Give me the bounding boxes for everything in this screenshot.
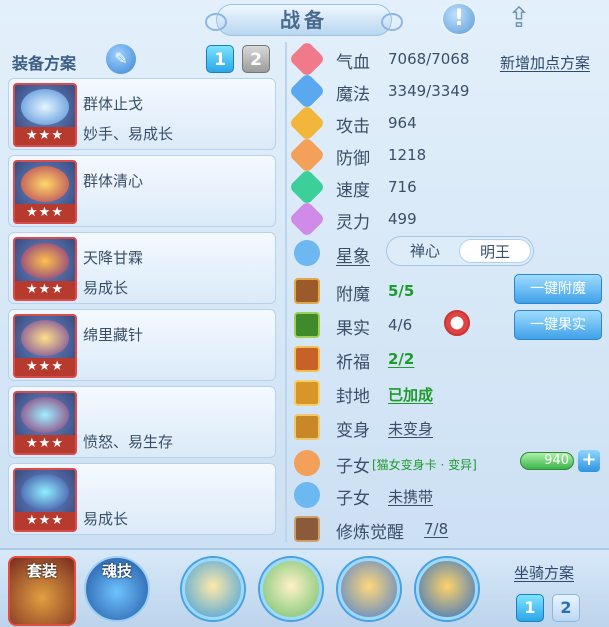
item-thumbnail-belt: ★★★ [13, 391, 77, 455]
spirit-icon [288, 200, 326, 238]
edit-pencil-icon[interactable]: ✎ [106, 44, 136, 74]
toggle-option-mingwang[interactable]: 明王 [459, 239, 531, 263]
equipment-plan-header: 装备方案 ✎ 1 2 [10, 42, 280, 76]
stat-row-child-2: 子女 未携带 [288, 476, 604, 514]
bottom-bar: 套装 魂技 坐骑方案 1 2 [0, 548, 609, 627]
child-tag: [猫女变身卡 · 变异] [372, 458, 477, 472]
plan-tab-1[interactable]: 1 [206, 45, 234, 73]
stat-row-star: 星象 禅心 明王 [288, 234, 604, 272]
stat-row-speed: 速度 716 [288, 168, 604, 206]
window-title: 战备 [205, 4, 403, 36]
plan-name: 群体止戈 [83, 95, 144, 113]
cultivation-icon [294, 516, 320, 542]
transform-icon [294, 414, 320, 440]
skill-slot-1[interactable] [182, 558, 244, 620]
plus-icon[interactable]: + [578, 450, 600, 472]
plan-desc: 易成长 [83, 279, 129, 297]
territory-icon [294, 380, 320, 406]
plan-name: 群体清心 [83, 172, 144, 190]
stat-row-child-1: 子女 [猫女变身卡 · 变异] 940 + [288, 444, 604, 482]
skill-slot-2[interactable] [260, 558, 322, 620]
plan-item[interactable]: ★★★ 绵里藏针 [8, 309, 276, 381]
stat-row-attack: 攻击 964 [288, 104, 604, 142]
game-window: 战备 ! ⇪ 装备方案 ✎ 1 2 ★★★ 群体止戈 妙手、易成长 ★★★ 群体… [0, 0, 609, 627]
stat-row-fruit: 果实 4/6 一键果实 [294, 310, 604, 340]
share-icon[interactable]: ⇪ [501, 2, 537, 36]
child-progress-bar: 940 [520, 452, 574, 470]
speed-icon [288, 168, 326, 206]
heart-icon [288, 40, 326, 78]
plan-desc: 妙手、易成长 [83, 125, 174, 143]
enchant-icon [294, 278, 320, 304]
attack-icon [288, 104, 326, 142]
item-thumbnail-boots: ★★★ [13, 468, 77, 532]
plan-desc: 愤怒、易生存 [83, 433, 174, 451]
skill-slot-4[interactable] [416, 558, 478, 620]
one-click-enchant-button[interactable]: 一键附魔 [514, 274, 602, 304]
paw-icon [288, 476, 326, 514]
mount-plan-tab-1[interactable]: 1 [516, 594, 544, 622]
shield-icon [288, 136, 326, 174]
stat-row-defense: 防御 1218 [288, 136, 604, 174]
plan-item[interactable]: ★★★ 群体止戈 妙手、易成长 [8, 78, 276, 150]
item-thumbnail-fan: ★★★ [13, 83, 77, 147]
plan-item[interactable]: ★★★ 易成长 [8, 463, 276, 535]
panel-divider [285, 42, 287, 542]
toggle-option-chanxin[interactable]: 禅心 [389, 239, 461, 263]
star-sign-toggle[interactable]: 禅心 明王 [386, 236, 534, 266]
stat-row-mp: 魔法 3349/3349 [288, 72, 604, 110]
clock-icon[interactable] [444, 310, 470, 336]
one-click-fruit-button[interactable]: 一键果实 [514, 310, 602, 340]
stat-row-hp: 气血 7068/7068 新增加点方案 [288, 40, 604, 78]
plan-tab-2[interactable]: 2 [242, 45, 270, 73]
item-thumbnail-armor: ★★★ [13, 237, 77, 301]
plan-item[interactable]: ★★★ 天降甘霖 易成长 [8, 232, 276, 304]
plan-name: 天降甘霖 [83, 249, 144, 267]
stat-row-transform: 变身 未变身 [294, 412, 604, 442]
item-thumbnail-helmet: ★★★ [13, 160, 77, 224]
add-point-plan-link[interactable]: 新增加点方案 [500, 52, 590, 73]
fruit-icon [294, 312, 320, 338]
info-icon[interactable]: ! [441, 2, 477, 36]
star-sign-icon [288, 234, 326, 272]
stat-row-awaken: 修炼觉醒 7/8 [294, 514, 604, 544]
equipment-plan-list: ★★★ 群体止戈 妙手、易成长 ★★★ 群体清心 ★★★ 天降甘霖 易成长 ★★… [8, 78, 276, 540]
equipment-plan-label: 装备方案 [12, 54, 77, 73]
stat-row-spirit: 灵力 499 [288, 200, 604, 238]
mount-plan-tab-2[interactable]: 2 [552, 594, 580, 622]
tab-soul-skill[interactable]: 魂技 [84, 556, 150, 622]
title-bar: 战备 ! ⇪ [0, 0, 609, 38]
plan-desc: 易成长 [83, 510, 129, 528]
stat-row-enchant: 附魔 5/5 一键附魔 [294, 274, 604, 306]
stat-row-seal: 封地 已加成 [294, 378, 604, 408]
plan-item[interactable]: ★★★ 群体清心 [8, 155, 276, 227]
magic-icon [288, 72, 326, 110]
plan-item[interactable]: ★★★ 愤怒、易生存 [8, 386, 276, 458]
tab-suit[interactable]: 套装 [8, 556, 76, 626]
mount-plan-link[interactable]: 坐骑方案 [514, 562, 574, 583]
plan-name: 绵里藏针 [83, 326, 144, 344]
child-icon [288, 444, 326, 482]
item-thumbnail-necklace: ★★★ [13, 314, 77, 378]
bless-icon [294, 346, 320, 372]
stat-row-bless: 祈福 2/2 [294, 344, 604, 374]
skill-slot-3[interactable] [338, 558, 400, 620]
